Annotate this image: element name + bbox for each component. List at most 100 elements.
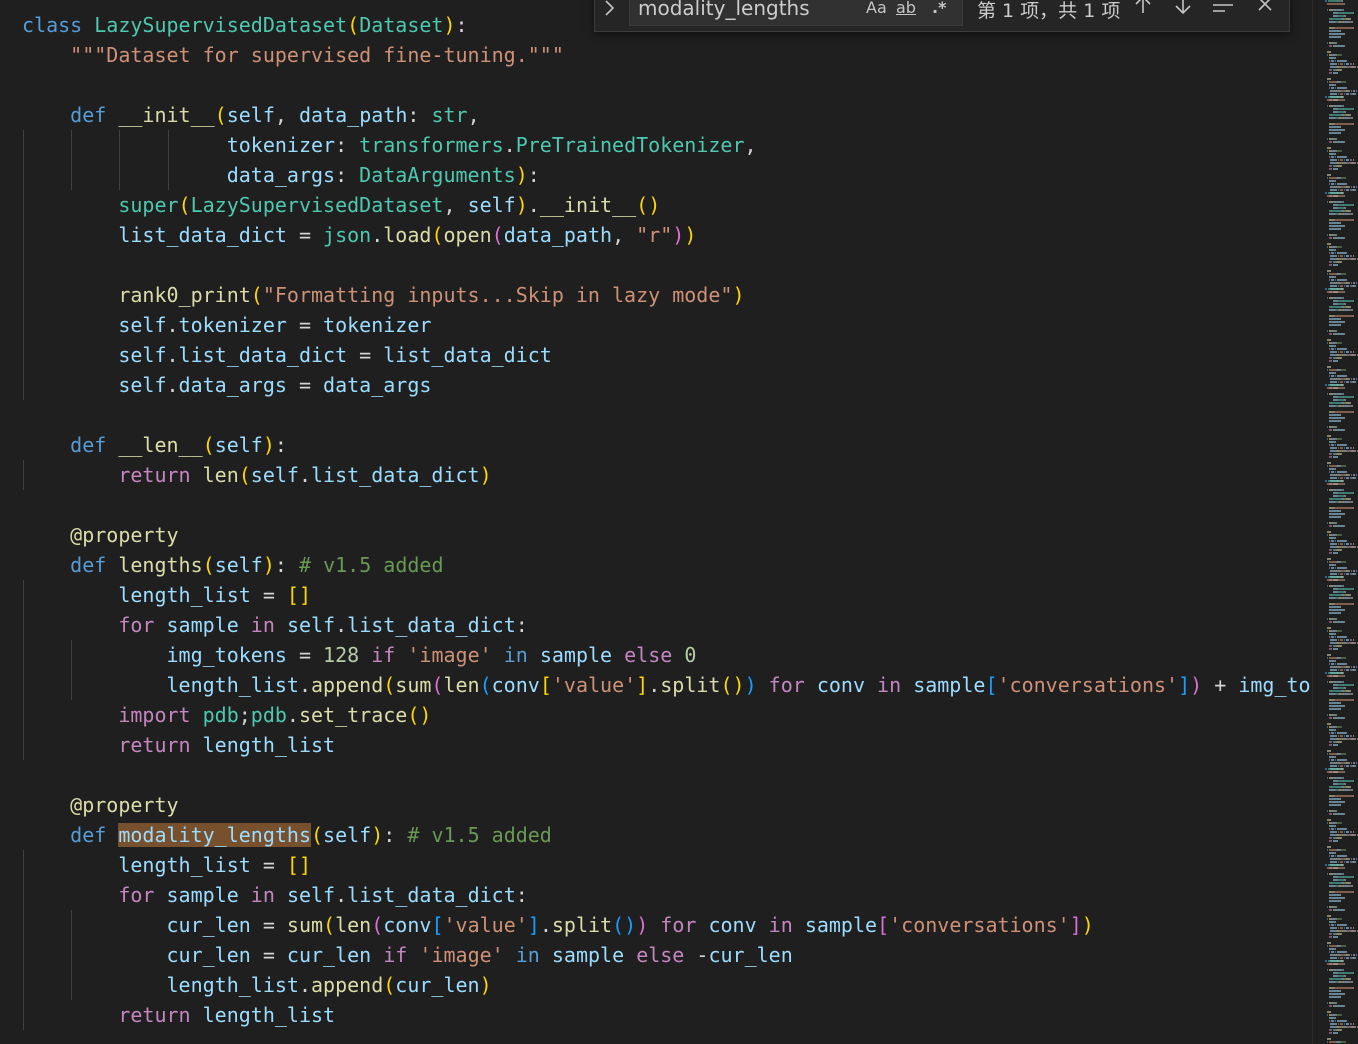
match-case-button[interactable]: Aa (866, 0, 887, 17)
code-line[interactable]: list_data_dict = json.load(open(data_pat… (22, 220, 696, 250)
code-line[interactable]: data_args: DataArguments): (22, 160, 540, 190)
minimap-line (1335, 27, 1353, 29)
minimap-line (1356, 378, 1357, 380)
code-line[interactable]: @property (22, 520, 178, 550)
minimap-line (1344, 108, 1353, 110)
minimap-line (1333, 456, 1338, 458)
minimap-line (1327, 387, 1345, 389)
code-token: ) (479, 973, 492, 997)
code-token: for (118, 613, 155, 637)
minimap-line (1346, 477, 1349, 479)
minimap-line (1345, 975, 1346, 977)
minimap-line (1327, 618, 1328, 620)
code-token: ] (1069, 913, 1082, 937)
previous-match-button[interactable] (1133, 0, 1153, 21)
code-line[interactable]: return length_list (22, 1000, 335, 1030)
minimap-line (1335, 375, 1336, 377)
whole-word-button[interactable]: ab (896, 0, 916, 17)
minimap-line (1337, 900, 1341, 902)
minimap-line (1341, 945, 1346, 947)
minimap-line (1336, 234, 1337, 236)
minimap-line (1343, 489, 1344, 491)
code-line[interactable]: length_list = [] (22, 580, 311, 610)
find-in-selection-button[interactable] (1211, 0, 1235, 21)
code-line[interactable]: return len(self.list_data_dict) (22, 460, 491, 490)
code-line[interactable]: def __len__(self): (22, 430, 287, 460)
minimap-line (1346, 447, 1349, 449)
next-match-button[interactable] (1173, 0, 1193, 21)
minimap-line (1327, 195, 1345, 197)
code-line[interactable]: tokenizer: transformers.PreTrainedTokeni… (22, 130, 757, 160)
minimap-line (1350, 159, 1352, 161)
find-input-box[interactable]: Aa ab .* (629, 0, 963, 26)
minimap-line (1338, 669, 1339, 671)
code-line[interactable]: import pdb;pdb.set_trace() (22, 700, 431, 730)
code-line[interactable]: length_list.append(cur_len) (22, 970, 492, 1000)
toggle-replace-button[interactable] (603, 0, 617, 23)
code-line[interactable]: img_tokens = 128 if 'image' in sample el… (22, 640, 697, 670)
minimap-line (1328, 0, 1337, 2)
minimap-line (1338, 477, 1339, 479)
minimap-line (1338, 831, 1339, 833)
minimap-line (1333, 168, 1338, 170)
minimap-line (1329, 360, 1332, 362)
code-line[interactable]: for sample in self.list_data_dict: (22, 880, 527, 910)
minimap-line (1335, 663, 1336, 665)
minimap-line (1344, 639, 1345, 641)
minimap-line (1335, 468, 1336, 470)
code-token: str (431, 103, 468, 127)
code-line[interactable]: cur_len = cur_len if 'image' in sample e… (22, 940, 793, 970)
minimap-line (1335, 507, 1353, 509)
minimap-line (1350, 786, 1351, 788)
minimap-line (1329, 741, 1332, 743)
chevron-right-icon (605, 0, 615, 16)
code-line[interactable]: @property (22, 790, 178, 820)
code-editor[interactable]: class LazySupervisedDataset(Dataset): ""… (0, 0, 1312, 1044)
minimap-line (1332, 210, 1341, 212)
minimap-line (1334, 189, 1337, 191)
code-line[interactable]: rank0_print("Formatting inputs...Skip in… (22, 280, 744, 310)
regex-button[interactable]: .* (932, 0, 946, 17)
code-line[interactable]: """Dataset for supervised fine-tuning.""… (22, 40, 564, 70)
code-line[interactable]: length_list = [] (22, 850, 311, 880)
minimap[interactable] (1312, 0, 1358, 1044)
minimap-line (1338, 735, 1339, 737)
code-line[interactable]: for sample in self.list_data_dict: (22, 610, 527, 640)
minimap-line (1353, 411, 1354, 413)
minimap-line (1351, 762, 1352, 764)
minimap-line (1335, 1017, 1336, 1019)
minimap-line (1331, 828, 1334, 830)
code-line[interactable]: def lengths(self): # v1.5 added (22, 550, 443, 580)
close-find-button[interactable] (1255, 0, 1275, 21)
code-line[interactable]: super(LazySupervisedDataset, self).__ini… (22, 190, 660, 220)
minimap-line (1356, 762, 1357, 764)
minimap-line (1337, 438, 1342, 440)
minimap-line (1337, 894, 1341, 896)
minimap-line (1327, 657, 1328, 659)
code-token: , (467, 103, 480, 127)
minimap-line (1325, 0, 1327, 2)
minimap-line (1337, 708, 1341, 710)
code-line[interactable]: cur_len = sum(len(conv['value'].split())… (22, 910, 1094, 940)
code-line[interactable]: self.tokenizer = tokenizer (22, 310, 431, 340)
minimap-line (1335, 441, 1336, 443)
code-line[interactable]: def __init__(self, data_path: str, (22, 100, 480, 130)
code-token: ) (1081, 913, 1094, 937)
code-line[interactable]: self.data_args = data_args (22, 370, 431, 400)
code-line[interactable]: length_list.append(sum(len(conv['value']… (22, 670, 1313, 700)
arrow-down-icon (1175, 0, 1191, 15)
code-line[interactable]: def modality_lengths(self): # v1.5 added (22, 820, 552, 850)
minimap-line (1346, 759, 1347, 761)
code-line[interactable]: return length_list (22, 730, 335, 760)
minimap-line (1329, 744, 1332, 746)
find-input[interactable] (638, 0, 858, 23)
code-line[interactable]: class LazySupervisedDataset(Dataset): (22, 10, 468, 40)
minimap-line (1352, 309, 1353, 311)
code-line[interactable]: self.list_data_dict = list_data_dict (22, 340, 552, 370)
minimap-line (1346, 285, 1349, 287)
minimap-line (1327, 771, 1345, 773)
